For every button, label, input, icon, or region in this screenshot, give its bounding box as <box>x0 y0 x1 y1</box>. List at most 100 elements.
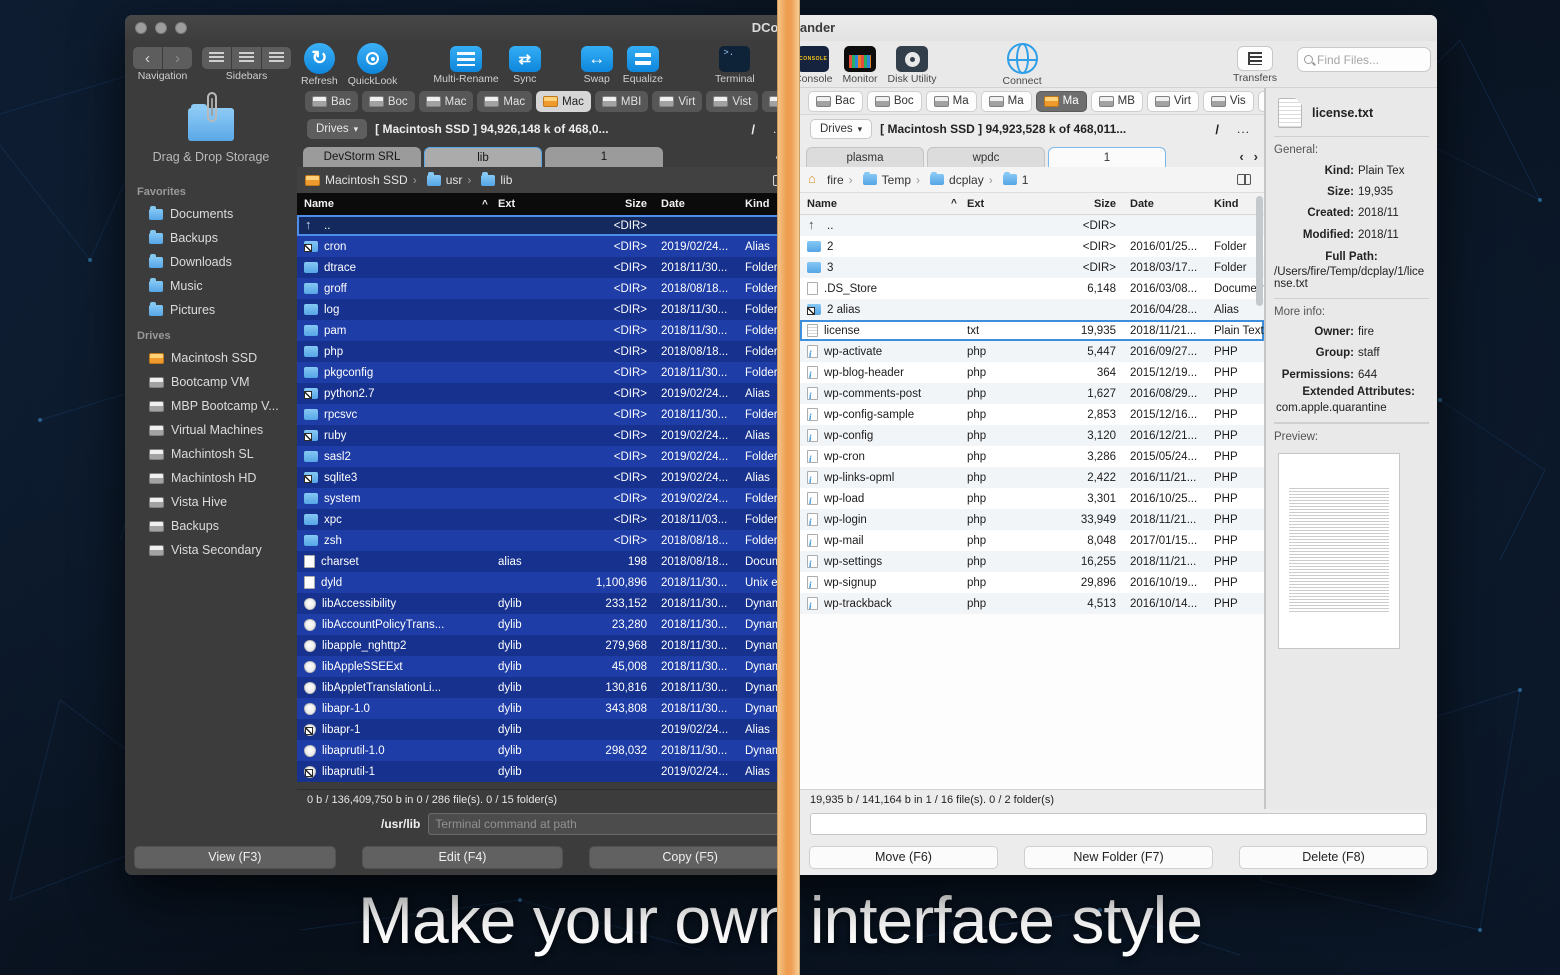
file-row[interactable]: rpcsvc <DIR> 2018/11/30... Folder <box>297 404 800 425</box>
sidebar-item-drive[interactable]: Vista Hive <box>125 490 297 514</box>
file-row[interactable]: wp-load php 3,301 2016/10/25... PHP <box>800 488 1264 509</box>
sidebar-item-drive[interactable]: Macintosh SSD <box>125 346 297 370</box>
file-row[interactable]: wp-login php 33,949 2018/11/21... PHP <box>800 509 1264 530</box>
file-row[interactable]: php <DIR> 2018/08/18... Folder <box>297 341 800 362</box>
drive-shortcut-button[interactable]: Bac <box>305 91 358 112</box>
file-row[interactable]: libAccountPolicyTrans... dylib 23,280 20… <box>297 614 800 635</box>
file-row[interactable]: 2 <DIR> 2016/01/25... Folder <box>800 236 1264 257</box>
file-row[interactable]: pkgconfig <DIR> 2018/11/30... Folder <box>297 362 800 383</box>
file-row[interactable]: log <DIR> 2018/11/30... Folder <box>297 299 800 320</box>
tab[interactable]: lib <box>424 147 542 167</box>
file-row[interactable]: xpc <DIR> 2018/11/03... Folder <box>297 509 800 530</box>
sidebar-item-favorite[interactable]: Pictures <box>125 298 297 322</box>
file-row[interactable]: wp-trackback php 4,513 2016/10/14... PHP <box>800 593 1264 614</box>
file-row[interactable]: zsh <DIR> 2018/08/18... Folder <box>297 530 800 551</box>
minimize-button[interactable] <box>155 22 167 34</box>
preview-thumbnail[interactable] <box>1278 453 1400 649</box>
root-path-indicator[interactable]: / <box>751 122 755 137</box>
sidebar-item-drive[interactable]: Virtual Machines <box>125 418 297 442</box>
column-date[interactable]: Date <box>653 198 745 210</box>
sync-button[interactable]: ⇄ Sync <box>509 43 541 85</box>
monitor-button[interactable]: Monitor <box>843 43 878 85</box>
file-row[interactable]: libAppleSSEExt dylib 45,008 2018/11/30..… <box>297 656 800 677</box>
file-row[interactable]: license txt 19,935 2018/11/21... Plain T… <box>800 320 1264 341</box>
zoom-button[interactable] <box>175 22 187 34</box>
tab[interactable]: plasma <box>806 147 924 167</box>
breadcrumb-item[interactable]: Temp <box>849 173 911 187</box>
refresh-button[interactable]: ↻ Refresh <box>301 43 338 87</box>
file-row[interactable]: wp-cron php 3,286 2015/05/24... PHP <box>800 446 1264 467</box>
sidebar-item-drive[interactable]: Machintosh SL <box>125 442 297 466</box>
column-size[interactable]: Size <box>1027 198 1122 210</box>
file-row[interactable]: python2.7 <DIR> 2019/02/24... Alias <box>297 383 800 404</box>
sidebar-item-drive[interactable]: Machintosh HD <box>125 466 297 490</box>
file-row[interactable]: .DS_Store 6,148 2016/03/08... Document <box>800 278 1264 299</box>
sidebar-split-icon[interactable] <box>262 47 291 69</box>
bookmarks-button[interactable] <box>1232 171 1256 189</box>
function-key-button[interactable]: Edit (F4) <box>362 846 564 869</box>
terminal-button[interactable]: >. Terminal <box>715 43 755 85</box>
file-row[interactable]: wp-links-opml php 2,422 2016/11/21... PH… <box>800 467 1264 488</box>
path-menu-button[interactable]: ... <box>1237 122 1250 136</box>
connect-button[interactable]: Connect <box>1003 43 1042 87</box>
breadcrumb-item[interactable]: lib <box>467 173 512 187</box>
close-button[interactable] <box>135 22 147 34</box>
file-row[interactable]: wp-blog-header php 364 2015/12/19... PHP <box>800 362 1264 383</box>
file-row[interactable]: wp-mail php 8,048 2017/01/15... PHP <box>800 530 1264 551</box>
back-button[interactable]: ‹ <box>133 47 162 69</box>
tab-prev-icon[interactable]: ‹ <box>1239 149 1243 164</box>
drive-shortcut-button[interactable]: MB <box>1091 91 1143 112</box>
column-ext[interactable]: Ext <box>498 198 558 210</box>
drives-dropdown[interactable]: Drives ▾ <box>307 119 367 139</box>
column-size[interactable]: Size <box>558 198 653 210</box>
sidebar-item-drive[interactable]: Backups <box>125 514 297 538</box>
breadcrumb-item[interactable]: Macintosh SSD <box>305 173 408 187</box>
column-ext[interactable]: Ext <box>967 198 1027 210</box>
file-row[interactable]: wp-config-sample php 2,853 2015/12/16...… <box>800 404 1264 425</box>
drag-drop-storage[interactable]: Drag & Drop Storage <box>125 94 297 178</box>
sidebar-item-favorite[interactable]: Backups <box>125 226 297 250</box>
column-name[interactable]: Name <box>800 198 951 210</box>
file-row[interactable]: sqlite3 <DIR> 2019/02/24... Alias <box>297 467 800 488</box>
drive-shortcut-button[interactable]: Ma <box>926 91 977 112</box>
sidebar-list-icon[interactable] <box>202 47 231 69</box>
tab[interactable]: DevStorm SRL <box>303 147 421 167</box>
file-row[interactable]: wp-config php 3,120 2016/12/21... PHP <box>800 425 1264 446</box>
tab[interactable]: 1 <box>1048 147 1166 167</box>
file-row[interactable]: groff <DIR> 2018/08/18... Folder <box>297 278 800 299</box>
file-row[interactable]: wp-signup php 29,896 2016/10/19... PHP <box>800 572 1264 593</box>
drive-shortcut-button[interactable]: Vis <box>1258 91 1264 112</box>
file-row[interactable]: pam <DIR> 2018/11/30... Folder <box>297 320 800 341</box>
disk-utility-button[interactable]: Disk Utility <box>888 43 937 85</box>
tab[interactable]: wpdc <box>927 147 1045 167</box>
transfers-button[interactable]: Transfers <box>1233 43 1277 84</box>
drive-shortcut-button[interactable]: Mac <box>536 91 591 112</box>
file-row[interactable]: dtrace <DIR> 2018/11/30... Folder <box>297 257 800 278</box>
sidebar-columns-icon[interactable] <box>232 47 261 69</box>
drive-shortcut-button[interactable]: Mac <box>419 91 474 112</box>
file-row[interactable]: .. <DIR> <box>297 215 800 236</box>
function-key-button[interactable]: Delete (F8) <box>1239 846 1428 869</box>
file-row[interactable]: wp-activate php 5,447 2016/09/27... PHP <box>800 341 1264 362</box>
find-files-search[interactable] <box>1297 47 1431 72</box>
file-row[interactable]: libaprutil-1 dylib 2019/02/24... Alias <box>297 761 800 782</box>
file-row[interactable]: .. <DIR> <box>800 215 1264 236</box>
sidebar-item-favorite[interactable]: Music <box>125 274 297 298</box>
drives-dropdown[interactable]: Drives ▾ <box>810 119 872 139</box>
drive-shortcut-button[interactable]: Virt <box>652 91 702 112</box>
swap-button[interactable]: ↔ Swap <box>581 43 613 85</box>
drive-shortcut-button[interactable]: Bac <box>808 91 863 112</box>
file-row[interactable]: libapr-1 dylib 2019/02/24... Alias <box>297 719 800 740</box>
function-key-button[interactable]: Move (F6) <box>809 846 998 869</box>
file-row[interactable]: libapple_nghttp2 dylib 279,968 2018/11/3… <box>297 635 800 656</box>
multi-rename-button[interactable]: Multi-Rename <box>433 43 498 85</box>
drive-shortcut-button[interactable]: Vis <box>1203 91 1254 112</box>
drive-shortcut-button[interactable]: MBI <box>595 91 648 112</box>
drive-shortcut-button[interactable]: Boc <box>867 91 922 112</box>
drive-shortcut-button[interactable]: Ma <box>981 91 1032 112</box>
quicklook-button[interactable]: QuickLook <box>348 43 398 87</box>
file-row[interactable]: 3 <DIR> 2018/03/17... Folder <box>800 257 1264 278</box>
file-row[interactable]: ruby <DIR> 2019/02/24... Alias <box>297 425 800 446</box>
file-row[interactable]: sasl2 <DIR> 2019/02/24... Folder <box>297 446 800 467</box>
terminal-command-input[interactable] <box>810 813 1427 835</box>
